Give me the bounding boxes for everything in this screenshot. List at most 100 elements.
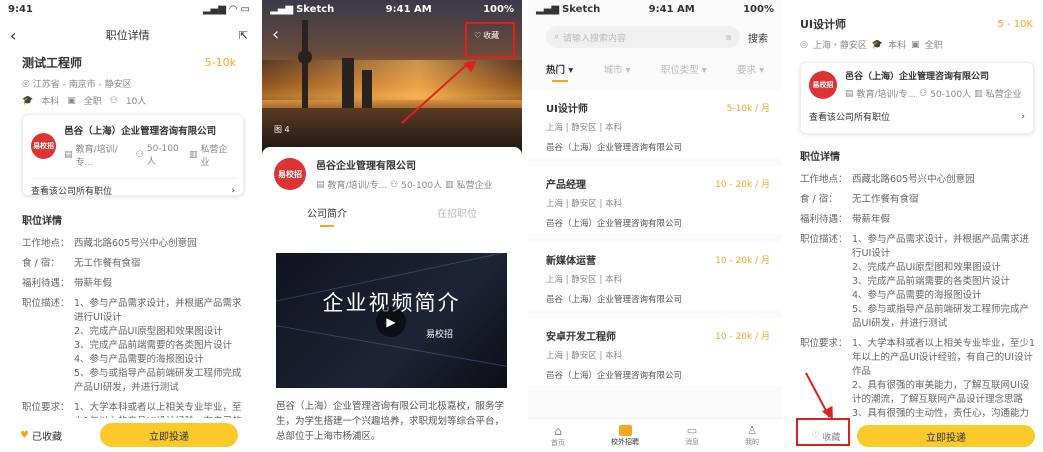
job-list-item[interactable]: 产品经理 10 - 20k / 月上海 | 静安区 | 本科 邑谷（上海）企业管理咨…: [528, 166, 782, 234]
bottom-bar: ♥ 已收藏 立即投递: [0, 418, 258, 452]
job-salary: 10 - 20k / 月: [715, 180, 770, 190]
apply-button[interactable]: 立即投递: [857, 425, 1035, 447]
filter-city[interactable]: 城市 ▾: [604, 62, 631, 76]
filter-bar: 热门 ▾ 城市 ▾ 职位类型 ▾ 要求 ▾: [528, 62, 782, 76]
play-icon[interactable]: ▶: [376, 307, 406, 337]
job-list-item[interactable]: UI设计师 5-10k / 月上海 | 静安区 | 本科 邑谷（上海）企业管理咨询有…: [528, 90, 782, 158]
detail-row: 工作地点： 西藏北路605号兴中心创意园: [800, 173, 1036, 187]
location-icon: ◎: [22, 78, 33, 89]
detail-value: 无工作餐有食宿: [852, 194, 919, 205]
company-size: 50-100人: [930, 90, 972, 100]
video-brand: 易校招: [426, 330, 454, 340]
company-name: 邑谷（上海）企业管理咨询有限公司: [845, 72, 990, 82]
phone-job-list: ▂▄▆ Sketch 9:41 AM 100% ⌕ 请输入搜索内容 ⊗ 搜索 热门…: [528, 0, 782, 452]
tab-home[interactable]: ⌂ 首页: [551, 424, 565, 448]
photo-count: 图 4: [274, 125, 290, 134]
job-edu: 本科: [41, 97, 60, 107]
company-card[interactable]: 易校招 邑谷（上海）企业管理咨询有限公司 ▤ 教育/培训/专... ⚇ 50-100…: [800, 62, 1034, 134]
detail-list: 工作地点： 西藏北路605号兴中心创意园食 / 宿： 无工作餐有食宿 福利待遇： 带薪年…: [22, 237, 246, 443]
video-player[interactable]: 企业视频简介 易校招 ▶: [276, 253, 507, 388]
tab-jobs[interactable]: 校外招聘: [611, 424, 639, 447]
job-type: 全职: [924, 41, 943, 51]
job-title: UI设计师: [800, 18, 847, 31]
detail-row: 职位描述： 1、参与产品需求设计，并根据产品需求进行UI设计 2、完成产品UI原型…: [22, 297, 246, 395]
job-salary: 5-10k: [204, 56, 236, 69]
job-salary: 10 - 20k / 月: [715, 332, 770, 342]
message-icon: ▭: [686, 424, 698, 437]
industry-icon: ▤: [845, 88, 854, 99]
detail-key: 食 / 宿：: [800, 194, 838, 205]
size-icon: ⚇: [919, 88, 928, 99]
back-icon[interactable]: ‹: [272, 24, 279, 45]
job-company: 邑谷（上海）企业管理咨询有限公司: [546, 219, 683, 229]
search-field[interactable]: ⌕ 请输入搜索内容 ⊗: [546, 26, 740, 48]
detail-key: 职位描述：: [800, 234, 848, 245]
favorite-highlight-box: [465, 22, 515, 58]
job-list-item[interactable]: 安卓开发工程师 10 - 20k / 月上海 | 静安区 | 本科邑谷（上海）企业…: [528, 318, 782, 386]
clear-icon[interactable]: ⊗: [725, 33, 732, 42]
filter-requirement[interactable]: 要求 ▾: [737, 62, 764, 76]
job-company: 邑谷（上海）企业管理咨询有限公司: [546, 143, 683, 153]
share-icon[interactable]: ⇱: [239, 29, 248, 42]
detail-key: 福利待遇：: [800, 214, 848, 225]
detail-key: 福利待遇：: [22, 278, 70, 289]
company-size: 50-100人: [146, 143, 179, 167]
back-icon[interactable]: ‹: [10, 26, 16, 45]
filter-label: 热门: [546, 65, 566, 76]
favorite-button[interactable]: ♥ 已收藏: [20, 428, 62, 443]
edu-icon: 🎓: [871, 39, 884, 50]
status-bar: ▂▄▆ Sketch 9:41 AM 100%: [262, 0, 522, 18]
detail-value: 西藏北路605号兴中心创意园: [852, 174, 975, 185]
company-sheet: 易校招 邑谷企业管理有限公司 ▤ 教育/培训/专... ⚇ 50-100人 ▥ 私营企…: [262, 147, 522, 452]
building-icon: ▥: [974, 88, 983, 99]
job-salary: 10 - 20k / 月: [715, 256, 770, 266]
job-company: 邑谷（上海）企业管理咨询有限公司: [546, 371, 683, 381]
search-bar: ⌕ 请输入搜索内容 ⊗ 搜索: [528, 18, 782, 48]
status-bar: 9:41 ▂▄▆ ◠ ▭: [0, 0, 258, 18]
signal-icon: ▂▄▆: [536, 3, 560, 15]
job-list: UI设计师 5-10k / 月上海 | 静安区 | 本科 邑谷（上海）企业管理咨询有…: [528, 90, 782, 386]
detail-value: 西藏北路605号兴中心创意园: [74, 238, 197, 249]
tab-me[interactable]: ♙ 我的: [745, 424, 759, 447]
detail-section-title: 职位详情: [800, 152, 840, 163]
company-nature: 私营企业: [985, 90, 1022, 100]
job-type: 全职: [83, 97, 102, 107]
job-title: 产品经理: [546, 180, 586, 191]
building-icon: ▥: [189, 150, 198, 160]
job-list-item[interactable]: 新媒体运营 10 - 20k / 月上海 | 静安区 | 本科 邑谷（上海）企业管理…: [528, 242, 782, 310]
company-industry: 教育/培训/专...: [75, 145, 118, 168]
job-edu: 本科: [888, 41, 907, 51]
search-input[interactable]: 请输入搜索内容: [563, 31, 626, 44]
filter-job-type[interactable]: 职位类型 ▾: [661, 62, 707, 76]
search-button[interactable]: 搜索: [748, 30, 768, 45]
see-all-jobs-link[interactable]: 查看该公司所有职位: [31, 184, 112, 197]
filter-hot[interactable]: 热门 ▾: [546, 62, 573, 76]
status-carrier: Sketch: [562, 3, 601, 15]
status-bar: ▂▄▆ Sketch 9:41 AM 100%: [528, 0, 782, 18]
detail-key: 工作地点：: [22, 238, 70, 249]
detail-row: 福利待遇： 带薪年假: [22, 277, 246, 291]
detail-section-title: 职位详情: [22, 216, 62, 227]
detail-value: 1、参与产品需求设计，并根据产品需求进行UI设计 2、完成产品UI原型图和效果图…: [852, 234, 1030, 329]
job-salary: 5 - 10K: [997, 18, 1033, 30]
favorite-label: 已收藏: [31, 431, 62, 443]
tab-messages[interactable]: ▭ 消息: [685, 424, 699, 447]
job-title: UI设计师: [546, 104, 588, 115]
page-title: 职位详情: [105, 29, 150, 42]
status-time: 9:41 AM: [648, 3, 695, 15]
people-icon: ⚇: [109, 95, 118, 106]
status-time: 9:41: [8, 3, 33, 15]
job-title: 安卓开发工程师: [546, 332, 616, 343]
job-meta: 上海 | 静安区 | 本科: [546, 123, 623, 133]
tab-company-intro[interactable]: 公司简介: [307, 205, 347, 227]
size-icon: ⚇: [390, 179, 399, 190]
tab-label: 校外招聘: [611, 437, 639, 446]
tab-open-jobs[interactable]: 在招职位: [437, 205, 477, 227]
job-title: 测试工程师: [22, 56, 83, 70]
size-icon: ⚇: [135, 150, 144, 160]
company-card[interactable]: 易校招 邑谷（上海）企业管理咨询有限公司 ▤ 教育/培训/专... ⚇ 50-100…: [22, 114, 244, 197]
apply-button[interactable]: 立即投递: [100, 423, 238, 447]
see-all-jobs-link[interactable]: 查看该公司所有职位: [809, 110, 890, 123]
status-carrier: Sketch: [296, 3, 335, 15]
job-meta: 上海 | 静安区 | 本科: [546, 351, 623, 361]
